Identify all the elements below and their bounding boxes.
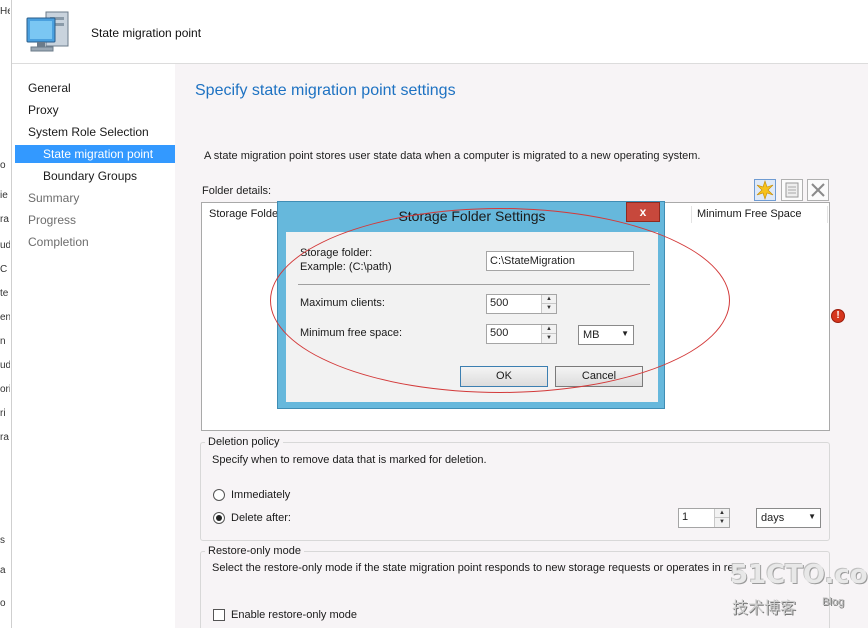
delete-folder-button[interactable] [807, 179, 829, 201]
nav-item-label: System Role Selection [28, 125, 149, 139]
section-description: A state migration point stores user stat… [204, 150, 701, 162]
background-text-fragment: ori [0, 384, 10, 395]
nav-item-boundary-groups[interactable]: Boundary Groups [12, 167, 175, 185]
folder-details-label: Folder details: [202, 185, 272, 197]
nav-item-summary: Summary [12, 189, 175, 207]
spin-up-icon[interactable]: ▲ [715, 509, 729, 518]
background-text-fragment: C [0, 264, 8, 275]
nav-item-progress: Progress [12, 211, 175, 229]
spin-down-icon[interactable]: ▼ [715, 518, 729, 527]
watermark-subtitle: 技术博客 [732, 600, 797, 617]
folder-properties-button[interactable] [781, 179, 803, 201]
delete-after-stepper[interactable]: 1 ▲ ▼ [678, 508, 730, 528]
background-text-fragment: o [0, 160, 6, 171]
nav-item-label: State migration point [43, 147, 154, 161]
wizard-header: State migration point [12, 0, 868, 64]
nav-item-label: Completion [28, 235, 89, 249]
annotation-ellipse [270, 208, 730, 393]
delete-after-radio[interactable] [213, 512, 225, 524]
page-title: State migration point [91, 26, 202, 40]
group-title: Restore-only mode [205, 545, 304, 557]
delete-x-icon [811, 183, 825, 197]
group-description: Select the restore-only mode if the stat… [212, 562, 732, 574]
delete-after-unit-value: days [761, 512, 785, 524]
restore-only-label: Enable restore-only mode [231, 609, 357, 621]
nav-item-label: Boundary Groups [43, 169, 138, 183]
nav-item-label: Summary [28, 191, 80, 205]
watermark: 51CTO.com 技术博客 Blog [730, 560, 868, 620]
nav-item-proxy[interactable]: Proxy [12, 101, 175, 119]
background-text-fragment: te [0, 288, 9, 299]
background-text-fragment: ra [0, 214, 9, 225]
background-text-fragment: ie [0, 190, 8, 201]
background-text-fragment: He [0, 6, 10, 17]
nav-item-completion: Completion [12, 233, 175, 251]
background-window-edge: He o ie ra ud C te en n ud ori ri ra s a… [0, 0, 12, 628]
watermark-blog: Blog [822, 596, 845, 608]
starburst-new-icon [756, 180, 774, 200]
delete-after-value: 1 [682, 511, 689, 523]
wizard-nav: General Proxy System Role Selection Stat… [12, 64, 175, 628]
background-text-fragment: n [0, 336, 6, 347]
delete-after-unit-select[interactable]: days ▼ [756, 508, 821, 528]
background-text-fragment: s [0, 535, 5, 546]
group-description: Specify when to remove data that is mark… [212, 454, 487, 466]
watermark-logo: 51CTO.com [730, 560, 868, 590]
deletion-policy-group: Deletion policy Specify when to remove d… [200, 436, 830, 541]
group-title: Deletion policy [205, 436, 283, 448]
chevron-down-icon: ▼ [808, 512, 816, 521]
immediately-radio[interactable] [213, 489, 225, 501]
nav-item-state-migration-point[interactable]: State migration point [15, 145, 175, 163]
error-circle-icon: ! [831, 309, 845, 323]
background-text-fragment: ud [0, 240, 10, 251]
restore-only-checkbox[interactable] [213, 609, 225, 621]
computer-monitor-icon [24, 8, 74, 56]
nav-item-label: Proxy [28, 103, 59, 117]
background-text-fragment: ud [0, 360, 10, 371]
new-folder-button[interactable] [754, 179, 776, 201]
nav-item-label: General [28, 81, 71, 95]
column-header-minimum-free-space[interactable]: Minimum Free Space [692, 206, 828, 223]
nav-item-general[interactable]: General [12, 79, 175, 97]
section-heading: Specify state migration point settings [195, 82, 456, 99]
delete-after-label: Delete after: [231, 512, 291, 524]
background-text-fragment: o [0, 598, 6, 609]
close-button[interactable]: x [626, 202, 660, 222]
background-text-fragment: ri [0, 408, 6, 419]
immediately-label: Immediately [231, 489, 291, 501]
nav-item-system-role-selection[interactable]: System Role Selection [12, 123, 175, 141]
nav-item-label: Progress [28, 213, 77, 227]
background-text-fragment: en [0, 312, 10, 323]
background-text-fragment: a [0, 565, 6, 576]
background-text-fragment: ra [0, 432, 9, 443]
properties-icon [785, 182, 799, 198]
